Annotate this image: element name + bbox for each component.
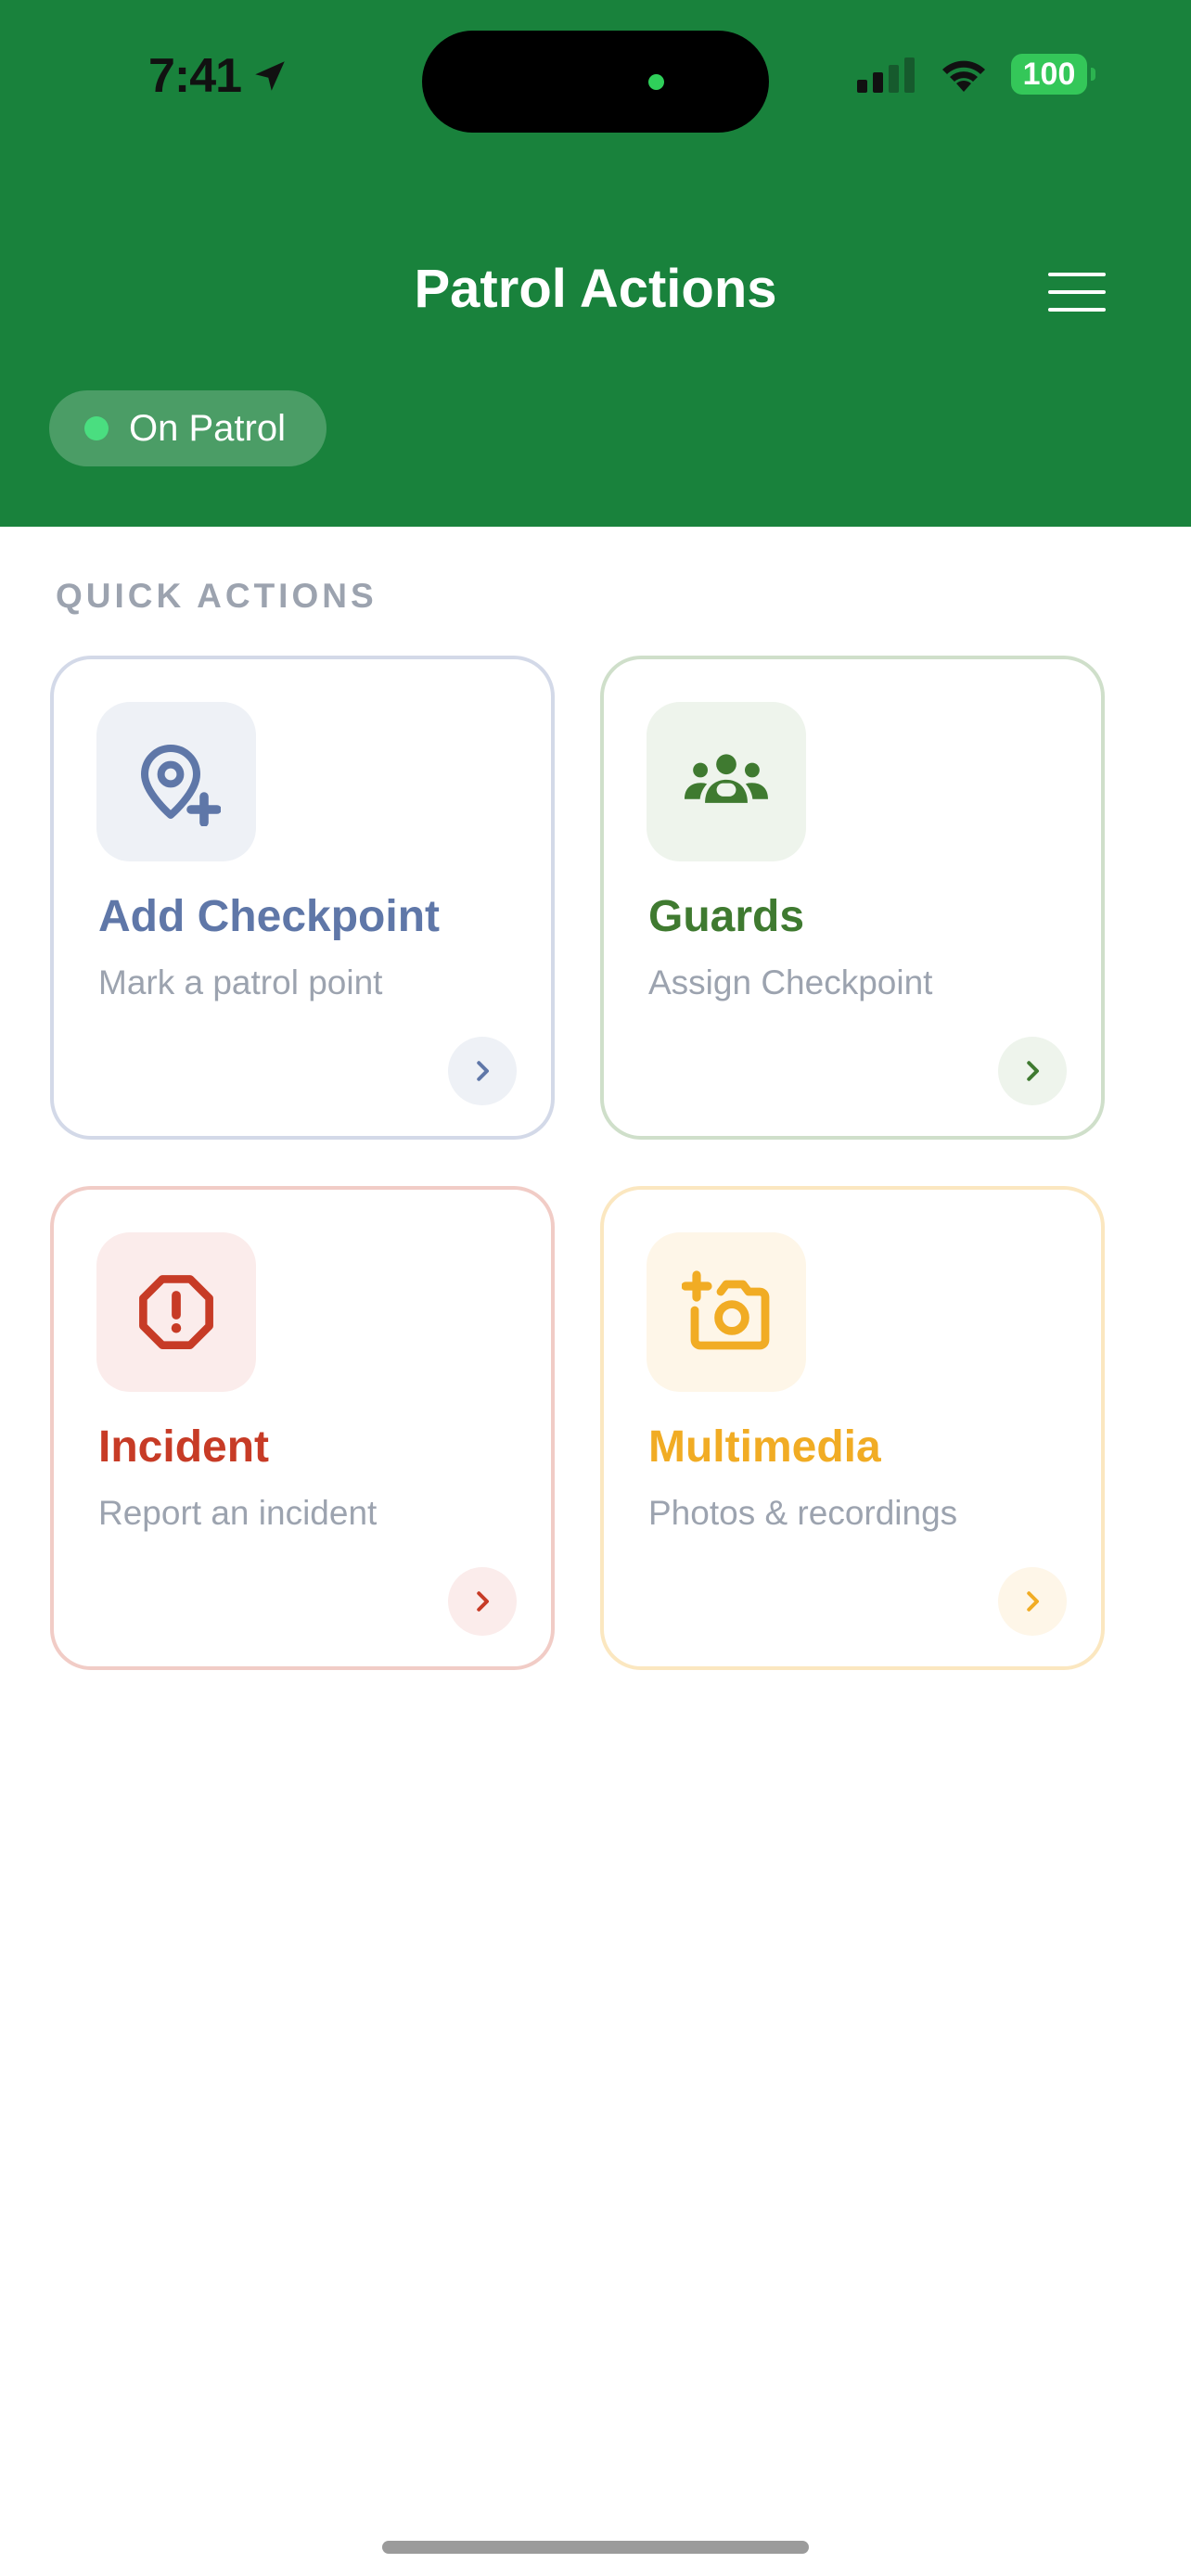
status-bar-time: 7:41 xyxy=(148,48,289,104)
add-checkpoint-icon-tile xyxy=(96,702,256,861)
hamburger-menu-icon[interactable] xyxy=(1048,269,1113,315)
camera-indicator-dot xyxy=(648,74,664,90)
cellular-signal-icon xyxy=(857,57,915,93)
dynamic-island xyxy=(422,31,769,133)
card-title: Multimedia xyxy=(648,1422,881,1472)
chevron-right-icon xyxy=(477,1591,489,1612)
card-title: Incident xyxy=(98,1422,270,1472)
chevron-right-icon xyxy=(1027,1591,1039,1612)
card-subtitle: Photos & recordings xyxy=(648,1494,958,1532)
status-dot xyxy=(84,416,109,440)
wifi-icon xyxy=(942,60,985,92)
guards-icon-tile xyxy=(647,702,806,861)
chevron-right-icon xyxy=(1027,1061,1039,1081)
guards-card[interactable]: Guards Assign Checkpoint xyxy=(600,656,1105,1140)
incident-card[interactable]: Incident Report an incident xyxy=(50,1186,555,1670)
add-checkpoint-arrow-button[interactable] xyxy=(448,1037,517,1105)
menu-line xyxy=(1048,290,1106,294)
quick-actions-heading: QUICK ACTIONS xyxy=(56,577,378,615)
patrol-actions-screen: 7:41 100 Patrol Actions On Patrol QUICK … xyxy=(0,0,1191,2576)
status-time-label: 7:41 xyxy=(148,49,242,103)
app-header: 7:41 100 Patrol Actions On Patrol xyxy=(0,0,1191,527)
add-checkpoint-card[interactable]: Add Checkpoint Mark a patrol point xyxy=(50,656,555,1140)
battery-indicator: 100 xyxy=(1011,54,1095,95)
patrol-status-badge: On Patrol xyxy=(49,390,327,466)
home-indicator[interactable] xyxy=(382,2541,809,2554)
page-title: Patrol Actions xyxy=(414,259,777,319)
card-title: Add Checkpoint xyxy=(98,892,440,941)
multimedia-card[interactable]: Multimedia Photos & recordings xyxy=(600,1186,1105,1670)
incident-arrow-button[interactable] xyxy=(448,1567,517,1636)
card-title: Guards xyxy=(648,892,805,941)
map-pin-plus-icon xyxy=(141,745,221,826)
guards-arrow-button[interactable] xyxy=(998,1037,1067,1105)
multimedia-arrow-button[interactable] xyxy=(998,1567,1067,1636)
alert-octagon-icon xyxy=(139,1275,213,1349)
menu-line xyxy=(1048,308,1106,312)
chevron-right-icon xyxy=(477,1061,489,1081)
menu-line xyxy=(1048,273,1106,276)
card-subtitle: Assign Checkpoint xyxy=(648,963,933,1001)
card-subtitle: Report an incident xyxy=(98,1494,378,1532)
card-subtitle: Mark a patrol point xyxy=(98,963,383,1001)
camera-plus-icon xyxy=(682,1270,770,1350)
battery-level: 100 xyxy=(1022,56,1076,92)
location-arrow-icon xyxy=(255,61,285,91)
incident-icon-tile xyxy=(96,1232,256,1392)
status-bar-indicators: 100 xyxy=(857,54,1095,95)
battery-nub xyxy=(1091,68,1095,81)
users-group-icon xyxy=(685,754,768,803)
multimedia-icon-tile xyxy=(647,1232,806,1392)
patrol-status-label: On Patrol xyxy=(129,407,286,449)
